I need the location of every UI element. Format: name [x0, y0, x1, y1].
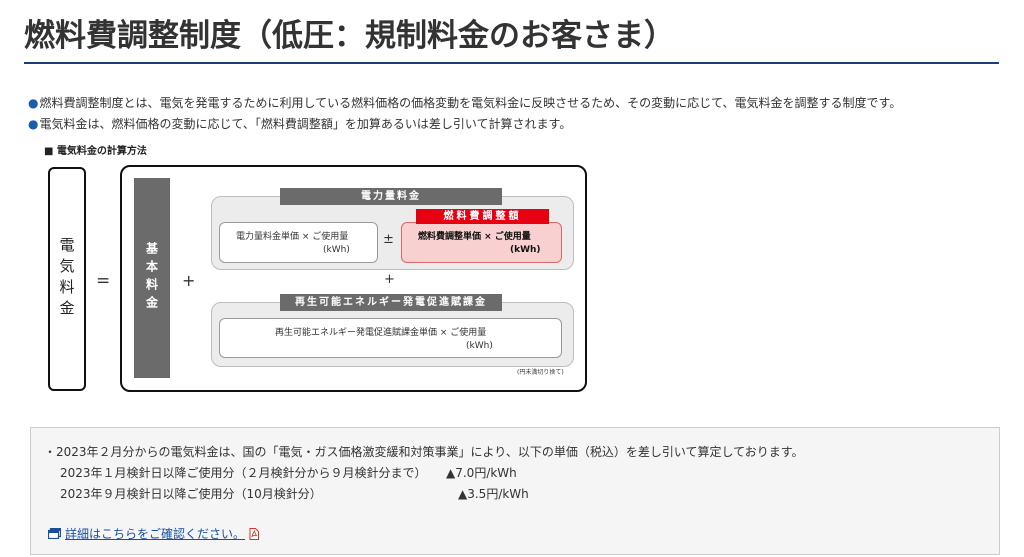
bullet-marker: ● [28, 117, 39, 131]
kihon-ryokin-box: 基本料金 [134, 178, 170, 378]
bullet-text: 電気料金は、燃料価格の変動に応じて、「燃料費調整額」を加算あるいは差し引いて計算… [39, 117, 572, 131]
saiene-header: 再生可能エネルギー発電促進賦課金 [280, 294, 502, 311]
equals-sign: = [96, 271, 111, 291]
info-row-value: ▲7.0円/kWh [446, 466, 517, 480]
info-row-label: 2023年１月検針日以降ご使用分（２月検針分から９月検針分まで） [60, 466, 427, 480]
fuel-formula-line2: (kWh) [510, 245, 541, 255]
bullet-marker: ● [28, 96, 39, 110]
denryoku-formula-line2: (kWh) [323, 245, 350, 255]
info-line: ・2023年２月分からの電気料金は、国の「電気・ガス価格激変緩和対策事業」により… [44, 445, 804, 459]
title-divider [24, 62, 999, 64]
fuel-adjustment-label: 燃料費調整額 [416, 209, 549, 224]
plus-minus-sign: ± [383, 232, 394, 247]
denryoku-header: 電力量料金 [280, 188, 502, 205]
rounding-note: (円未満切り捨て) [517, 369, 564, 376]
bullet-item: ●燃料費調整制度とは、電気を発電するために利用している燃料価格の価格変動を電気料… [28, 94, 901, 111]
info-row-label: 2023年９月検針日以降ご使用分（10月検針分） [60, 487, 322, 501]
external-window-icon [47, 527, 62, 540]
saiene-formula-box: 再生可能エネルギー発電促進賦課金単価 × ご使用量 (kWh) [219, 318, 562, 358]
denryoku-formula-box: 電力量料金単価 × ご使用量 (kWh) [219, 222, 378, 263]
details-link[interactable]: 詳細はこちらをご確認ください。 [47, 525, 260, 542]
denki-ryokin-box: 電気料金 [48, 167, 86, 391]
fuel-formula-line1: 燃料費調整単価 × ご使用量 [418, 232, 531, 242]
bullet-item: ●電気料金は、燃料価格の変動に応じて、「燃料費調整額」を加算あるいは差し引いて計… [28, 115, 571, 132]
details-link-text[interactable]: 詳細はこちらをご確認ください。 [65, 525, 245, 542]
bullet-text: 燃料費調整制度とは、電気を発電するために利用している燃料価格の価格変動を電気料金… [39, 96, 902, 110]
page-title: 燃料費調整制度（低圧：規制料金のお客さま） [24, 18, 675, 54]
denryoku-formula-line1: 電力量料金単価 × ご使用量 [236, 232, 349, 242]
info-row-value: ▲3.5円/kWh [458, 487, 529, 501]
saiene-formula-line1: 再生可能エネルギー発電促進賦課金単価 × ご使用量 [275, 328, 487, 338]
figure-caption: ■ 電気料金の計算方法 [44, 146, 147, 157]
saiene-formula-line2: (kWh) [466, 341, 493, 351]
pdf-icon [249, 527, 260, 540]
plus-sign: + [182, 271, 196, 290]
kihon-ryokin-label: 基本料金 [144, 242, 159, 314]
fuel-formula-box: 燃料費調整単価 × ご使用量 (kWh) [401, 222, 562, 263]
denki-ryokin-label: 電気料金 [57, 237, 76, 321]
plus-sign: + [384, 272, 395, 287]
